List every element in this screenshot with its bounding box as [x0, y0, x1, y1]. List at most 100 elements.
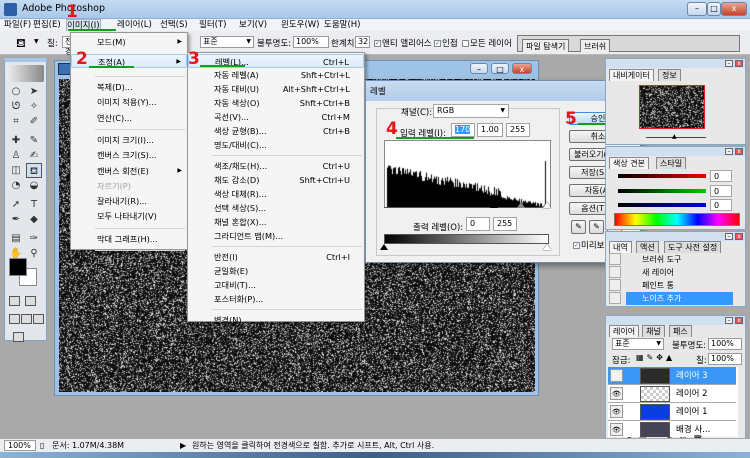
quick-mask-on-icon[interactable] — [25, 296, 36, 306]
menu-item-5[interactable]: 필터(T) — [199, 19, 226, 31]
shape-tool-icon[interactable]: ◆ — [26, 212, 42, 227]
menu-item[interactable]: 명도/대비(C)... — [188, 138, 364, 152]
menu-item-6[interactable]: 보기(V) — [239, 19, 267, 31]
input-gamma-slider[interactable] — [517, 202, 525, 208]
menu-item[interactable]: 포스터화(P)... — [188, 292, 364, 306]
marquee-tool-icon[interactable]: ○ — [8, 84, 24, 99]
output-black-slider[interactable] — [380, 244, 388, 250]
tab-layers[interactable]: 레이어 — [609, 325, 640, 337]
layer-opacity-input[interactable]: 100% — [708, 338, 742, 350]
type-tool-icon[interactable]: T — [26, 197, 42, 212]
input-black-field[interactable]: 170 — [451, 123, 475, 137]
zoom-slider-handle[interactable]: ▲ — [672, 133, 677, 140]
all-layers-check[interactable] — [462, 40, 469, 47]
magic-wand-tool-icon[interactable]: ✧ — [26, 99, 42, 114]
menu-item[interactable]: 색상 균형(B)... Ctrl+B — [188, 124, 364, 138]
healing-brush-icon[interactable]: ✚ — [8, 133, 24, 148]
menu-item-4[interactable]: 선택(S) — [160, 19, 188, 31]
green-value[interactable]: 0 — [710, 185, 732, 197]
blue-slider[interactable] — [618, 203, 706, 207]
gray-eyedropper-icon[interactable]: ✎ — [589, 220, 604, 234]
tab-history[interactable]: 내역 — [609, 241, 632, 253]
tab-info[interactable]: 정보 — [658, 69, 681, 81]
menu-item[interactable]: 색조/채도(H)... Ctrl+U — [188, 159, 364, 173]
panel-minimize-icon[interactable]: – — [725, 317, 733, 324]
checkbox-anti-alias[interactable]: ✓ 앤티 앨리어스 — [374, 37, 432, 49]
dodge-tool-icon[interactable]: ◒ — [26, 178, 42, 193]
brush-tool-icon[interactable]: ✎ — [26, 133, 42, 148]
tab-paths[interactable]: 패스 — [669, 325, 692, 337]
input-black-slider[interactable] — [490, 202, 498, 208]
zoom-tool-icon[interactable]: ⚲ — [26, 246, 42, 261]
lasso-tool-icon[interactable]: ᘎ — [8, 99, 24, 114]
menu-item[interactable]: 잘라내기(R)... — [71, 194, 187, 208]
eye-icon[interactable]: 👁 — [610, 423, 623, 436]
eyedropper-icon[interactable]: ✑ — [26, 231, 42, 246]
output-white-slider[interactable] — [543, 244, 551, 250]
doc-minimize-button[interactable]: – — [470, 63, 488, 74]
eye-icon[interactable]: 👁 — [610, 369, 623, 382]
input-white-slider[interactable] — [543, 202, 551, 208]
tab-channels[interactable]: 채널 — [642, 325, 665, 337]
menu-item-8[interactable]: 도움말(H) — [324, 19, 360, 31]
layer-fill-input[interactable]: 100% — [708, 353, 742, 365]
history-snapshot-checkbox[interactable] — [609, 253, 621, 265]
eye-icon[interactable]: 👁 — [610, 387, 623, 400]
menu-item[interactable]: 자동 색상(O) Shft+Ctrl+B — [188, 96, 364, 110]
color-spectrum-bar[interactable] — [614, 213, 740, 226]
checkbox-all-layers[interactable]: 모든 레이어 — [462, 37, 512, 49]
doc-maximize-button[interactable]: □ — [491, 63, 509, 74]
tab-styles[interactable]: 스타일 — [656, 157, 687, 169]
menu-item-3[interactable]: 레이어(L) — [117, 19, 152, 31]
menu-item[interactable]: 자동 레벨(A) Shft+Ctrl+L — [188, 68, 364, 82]
menu-item[interactable]: 채널 혼합(X)... — [188, 215, 364, 229]
tab-file-browser[interactable]: 파일 탐색기 — [522, 39, 570, 52]
eraser-tool-icon[interactable]: ◫ — [8, 163, 24, 178]
menu-item[interactable]: 이미지 적용(Y)... — [71, 95, 187, 109]
layer-row[interactable]: 👁 레이어 1 — [608, 403, 736, 421]
notes-tool-icon[interactable]: ▤ — [8, 231, 24, 246]
menu-item[interactable]: 색상 대체(R)... — [188, 187, 364, 201]
navigator-thumbnail[interactable] — [639, 85, 705, 129]
lock-icons[interactable]: ▦✎✥▲ — [636, 353, 675, 362]
menu-item[interactable]: 곡선(V)... Ctrl+M — [188, 110, 364, 124]
menu-item[interactable]: 연산(C)... — [71, 111, 187, 125]
paint-bucket-icon[interactable]: ⛾ — [16, 36, 26, 52]
tab-navigator[interactable]: 내비게이터 — [609, 69, 654, 81]
menu-item-1[interactable]: 편집(E) — [33, 19, 61, 31]
dialog-title-bar[interactable]: 레벨 x — [366, 81, 640, 101]
adobe-online-logo[interactable] — [7, 65, 44, 82]
path-select-icon[interactable]: ➚ — [8, 197, 24, 212]
blur-tool-icon[interactable]: ◔ — [8, 178, 24, 193]
tab-tool-presets[interactable]: 도구 사전 설정 — [664, 241, 722, 253]
panel-close-icon[interactable]: x — [735, 233, 743, 240]
panel-close-icon[interactable]: x — [735, 148, 743, 155]
history-brush-icon[interactable]: ✍ — [26, 148, 42, 163]
history-snapshot-checkbox[interactable] — [609, 279, 621, 291]
minimize-button[interactable]: – — [687, 2, 707, 16]
history-item[interactable]: 브러쉬 도구 — [626, 253, 733, 266]
tab-actions[interactable]: 액션 — [636, 241, 659, 253]
screen-mode-full-menu-icon[interactable] — [21, 314, 32, 324]
menu-item[interactable]: 캔버스 크기(S)... — [71, 148, 187, 162]
doc-close-button[interactable]: x — [512, 63, 532, 74]
green-slider[interactable] — [618, 189, 706, 193]
mode-select[interactable]: 표준 ▼ — [200, 36, 254, 48]
menu-item[interactable]: 모두 나타내기(V) — [71, 209, 187, 223]
history-item[interactable]: 노이즈 추가 — [626, 292, 733, 305]
zoom-field[interactable]: 100% — [4, 440, 36, 451]
foreground-color-swatch[interactable] — [9, 258, 27, 276]
menu-item[interactable]: 모드(M) ▶ — [71, 35, 187, 49]
checkbox-contiguous[interactable]: ✓ 인접 — [434, 37, 458, 49]
menu-item[interactable]: 막대 그래프(H)... — [71, 232, 187, 246]
menu-item[interactable]: 변경(N)... — [188, 313, 364, 327]
tab-brushes[interactable]: 브러쉬 — [580, 39, 611, 52]
blue-value[interactable]: 0 — [710, 199, 732, 211]
history-item[interactable]: 페인트 통 — [626, 279, 733, 292]
anti-alias-check[interactable]: ✓ — [374, 40, 381, 47]
panel-close-icon[interactable]: x — [735, 60, 743, 67]
menu-item[interactable]: 선택 색상(S)... — [188, 201, 364, 215]
menu-item[interactable]: 균일화(E) — [188, 264, 364, 278]
output-black-field[interactable]: 0 — [466, 217, 490, 231]
black-eyedropper-icon[interactable]: ✎ — [571, 220, 586, 234]
